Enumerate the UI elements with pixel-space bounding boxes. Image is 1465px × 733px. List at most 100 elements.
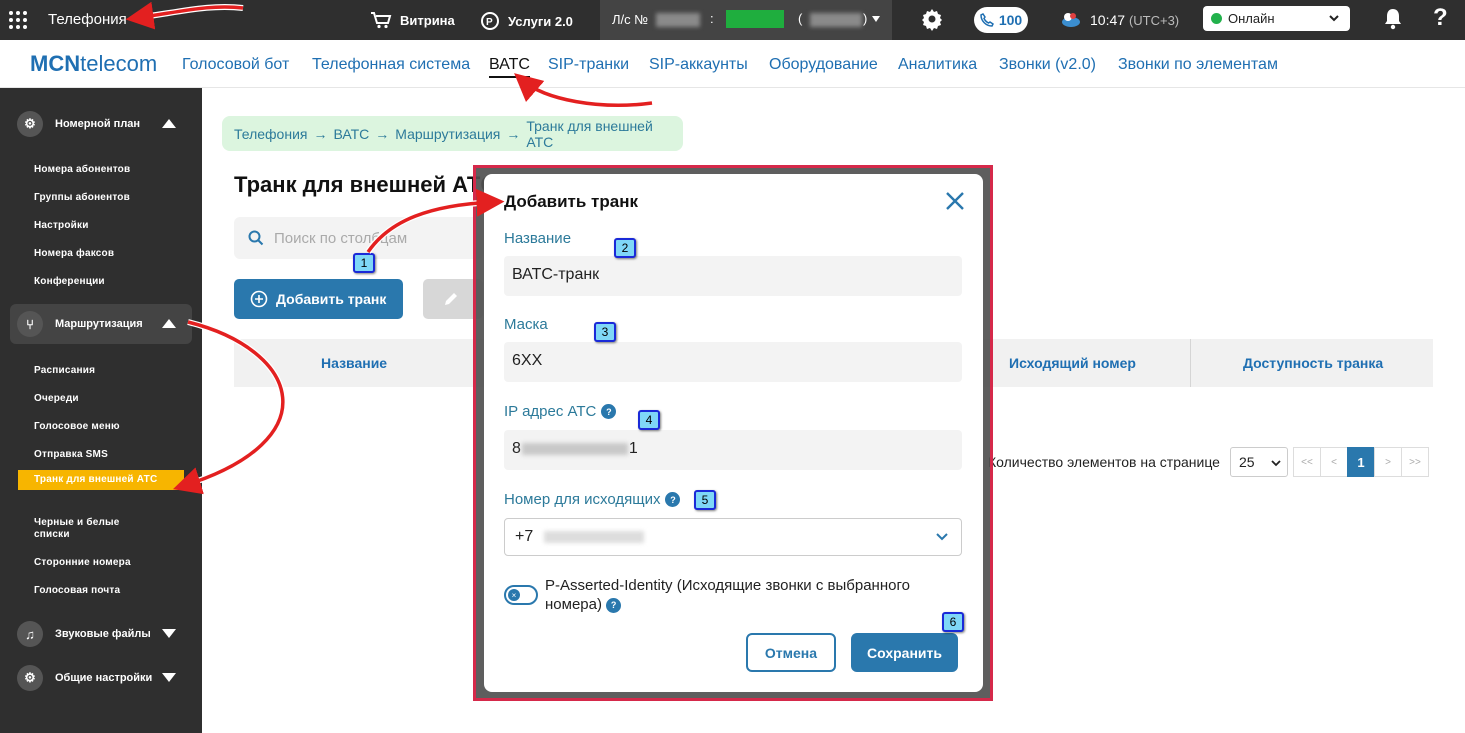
cart-icon xyxy=(371,12,392,29)
pager-next[interactable]: > xyxy=(1374,447,1402,477)
sidebar-item-conferences[interactable]: Конференции xyxy=(34,276,105,287)
top-bar: Телефония Витрина P Услуги 2.0 Л/с № : (… xyxy=(0,0,1465,40)
phone-icon xyxy=(980,13,994,27)
phone-redacted xyxy=(543,530,644,543)
breadcrumb-separator: → xyxy=(375,125,390,142)
sidebar-item-subscriber-numbers[interactable]: Номера абонентов xyxy=(34,164,130,175)
name-label: Название xyxy=(504,230,572,247)
pager-first[interactable]: << xyxy=(1293,447,1321,477)
app-title[interactable]: Телефония xyxy=(48,11,127,28)
account-colon: : xyxy=(710,11,714,26)
pager-last[interactable]: >> xyxy=(1401,447,1429,477)
sidebar-group-numbering[interactable]: ⚙ Номерной план xyxy=(10,104,192,144)
column-name[interactable]: Название xyxy=(321,355,387,371)
add-trunk-label: Добавить транк xyxy=(276,291,387,307)
account-selector[interactable]: Л/с № : ( ) xyxy=(600,0,892,40)
gear-icon: ⚙ xyxy=(17,665,43,691)
gear-icon[interactable] xyxy=(920,7,944,31)
help-icon[interactable]: ? xyxy=(601,404,617,419)
pager-prev[interactable]: < xyxy=(1320,447,1348,477)
page-size-value: 25 xyxy=(1239,454,1255,470)
save-button[interactable]: Сохранить xyxy=(851,633,958,672)
sidebar-item-voicemail[interactable]: Голосовая почта xyxy=(34,585,120,596)
logo[interactable]: MCNtelecom xyxy=(30,51,157,77)
clock-time: 10:47 xyxy=(1090,12,1126,28)
sidebar-item-black-white-lists[interactable]: Черные и белые списки xyxy=(34,517,144,541)
sidebar-item-external-trunk[interactable]: Транк для внешней АТС xyxy=(18,470,184,490)
tab-calls-by-elements[interactable]: Звонки по элементам xyxy=(1118,56,1278,74)
close-icon[interactable] xyxy=(944,190,966,212)
account-number-redacted xyxy=(656,13,700,27)
ip-value-start: 8 xyxy=(512,440,521,457)
bell-icon[interactable] xyxy=(1382,7,1404,31)
tab-equipment[interactable]: Оборудование xyxy=(769,56,878,74)
name-field[interactable]: ВАТС-транк xyxy=(504,256,962,296)
tab-analytics[interactable]: Аналитика xyxy=(898,56,977,74)
vitrina-link[interactable]: Витрина xyxy=(370,11,455,29)
apps-grid-icon[interactable] xyxy=(9,11,29,29)
breadcrumb-item[interactable]: Телефония xyxy=(234,126,307,142)
annotation-badge: 5 xyxy=(694,490,716,510)
toggle-off-icon: × xyxy=(508,589,520,601)
chevron-down-icon xyxy=(1329,15,1339,22)
ip-redacted xyxy=(521,442,628,455)
plus-circle-icon xyxy=(250,290,268,308)
sidebar-item-subscriber-groups[interactable]: Группы абонентов xyxy=(34,192,130,203)
sidebar-item-queues[interactable]: Очереди xyxy=(34,393,79,404)
sidebar-item-schedules[interactable]: Расписания xyxy=(34,365,95,376)
breadcrumb-item-current[interactable]: Транк для внешней АТС xyxy=(526,118,683,150)
sidebar-item-send-sms[interactable]: Отправка SMS xyxy=(34,449,108,460)
tab-sip-accounts[interactable]: SIP-аккаунты xyxy=(649,56,748,74)
sidebar-item-third-party-numbers[interactable]: Сторонние номера xyxy=(34,557,131,568)
column-outgoing-number[interactable]: Исходящий номер xyxy=(1009,355,1136,371)
music-file-icon: ♫ xyxy=(17,621,43,647)
sidebar-item-settings[interactable]: Настройки xyxy=(34,220,89,231)
sidebar-item-voice-menu[interactable]: Голосовое меню xyxy=(34,421,120,432)
breadcrumb-separator: → xyxy=(506,125,521,142)
tab-vats[interactable]: ВАТС xyxy=(489,56,530,78)
sidebar-group-label: Звуковые файлы xyxy=(55,628,151,640)
account-prefix: Л/с № xyxy=(612,12,649,27)
status-select[interactable]: Онлайн xyxy=(1203,6,1350,31)
mask-field[interactable]: 6XX xyxy=(504,342,962,382)
services-icon: P xyxy=(481,12,499,30)
page-size-select[interactable]: 25 xyxy=(1230,447,1288,477)
tab-voice-bot[interactable]: Голосовой бот xyxy=(182,56,289,74)
pencil-icon xyxy=(445,293,457,305)
annotation-badge: 6 xyxy=(942,612,964,632)
calls-badge[interactable]: 100 xyxy=(974,7,1028,33)
vitrina-label: Витрина xyxy=(400,12,455,28)
ip-field[interactable]: 81 xyxy=(504,430,962,470)
pager-current[interactable]: 1 xyxy=(1347,447,1375,477)
status-value: Онлайн xyxy=(1228,11,1275,26)
sidebar-group-sound-files[interactable]: ♫ Звуковые файлы xyxy=(10,614,192,654)
search-placeholder: Поиск по столбцам xyxy=(274,230,408,247)
breadcrumb-item[interactable]: ВАТС xyxy=(333,126,369,142)
column-trunk-availability[interactable]: Доступность транка xyxy=(1243,355,1383,371)
outgoing-number-select[interactable]: +7 xyxy=(504,518,962,556)
page-title: Транк для внешней АТС xyxy=(234,172,497,197)
calls-count: 100 xyxy=(998,12,1023,28)
help-icon[interactable]: ? xyxy=(606,597,622,613)
pai-toggle[interactable]: × xyxy=(504,585,538,605)
sidebar-item-fax-numbers[interactable]: Номера факсов xyxy=(34,248,114,259)
sidebar-group-label: Маршрутизация xyxy=(55,318,143,330)
help-icon[interactable]: ? xyxy=(665,492,681,507)
add-trunk-button[interactable]: Добавить транк xyxy=(234,279,403,319)
sidebar-group-routing[interactable]: ⑂ Маршрутизация xyxy=(10,304,192,344)
collapse-icon xyxy=(162,319,176,328)
services-link[interactable]: P Услуги 2.0 xyxy=(480,11,573,31)
breadcrumb-item[interactable]: Маршрутизация xyxy=(395,126,500,142)
tab-sip-trunks[interactable]: SIP-транки xyxy=(548,56,629,74)
expand-icon xyxy=(162,629,176,638)
ip-label: IP адрес АТС? xyxy=(504,403,617,420)
cancel-button[interactable]: Отмена xyxy=(746,633,836,672)
sidebar-group-general-settings[interactable]: ⚙ Общие настройки xyxy=(10,658,192,698)
tab-calls-v2[interactable]: Звонки (v2.0) xyxy=(999,56,1096,74)
page-size-label: Количество элементов на странице xyxy=(988,454,1220,470)
tab-phone-system[interactable]: Телефонная система xyxy=(312,56,470,74)
account-paren-open: ( xyxy=(798,11,803,26)
help-icon[interactable]: ? xyxy=(1433,4,1448,32)
online-status-dot xyxy=(1211,13,1222,24)
clock: 10:47 (UTC+3) xyxy=(1090,12,1179,28)
